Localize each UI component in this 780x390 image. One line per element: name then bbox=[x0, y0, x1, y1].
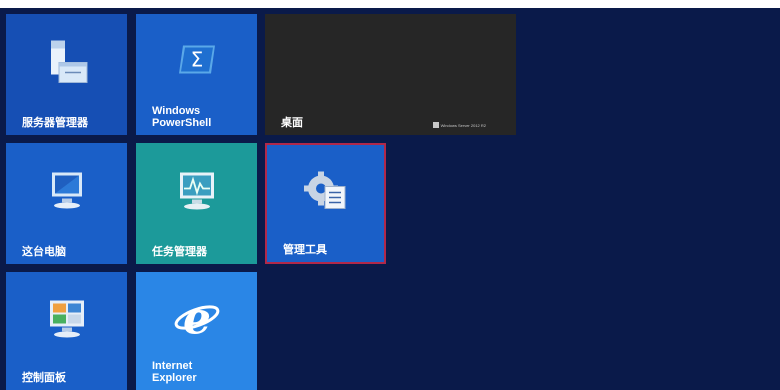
tile-label: 任务管理器 bbox=[152, 246, 207, 258]
tile-label: 这台电脑 bbox=[22, 246, 66, 258]
tile-administrative-tools[interactable]: 管理工具 bbox=[265, 143, 386, 264]
tile-task-manager[interactable]: 任务管理器 bbox=[136, 143, 257, 264]
tile-label: Internet Explorer bbox=[152, 360, 197, 384]
task-manager-icon bbox=[172, 168, 222, 219]
windows-server-brand: Windows Server 2012 R2 bbox=[432, 122, 486, 128]
svg-text:Σ: Σ bbox=[190, 48, 203, 72]
tile-control-panel[interactable]: 控制面板 bbox=[6, 272, 127, 390]
tile-desktop[interactable]: 桌面 Windows Server 2012 R2 bbox=[265, 14, 516, 135]
tile-label: 服务器管理器 bbox=[22, 117, 88, 129]
tile-internet-explorer[interactable]: e Internet Explorer bbox=[136, 272, 257, 390]
tile-windows-powershell[interactable]: Σ Windows PowerShell bbox=[136, 14, 257, 135]
tile-label: Windows PowerShell bbox=[152, 105, 212, 129]
control-panel-icon bbox=[42, 296, 92, 347]
internet-explorer-icon: e bbox=[172, 294, 222, 345]
tile-label: 控制面板 bbox=[22, 372, 66, 384]
tile-label: 管理工具 bbox=[283, 244, 327, 256]
windows-logo-icon bbox=[432, 122, 439, 128]
tile-server-manager[interactable]: 服务器管理器 bbox=[6, 14, 127, 135]
svg-text:e: e bbox=[183, 294, 211, 340]
top-edge bbox=[0, 0, 780, 8]
computer-icon bbox=[42, 168, 92, 219]
server-manager-icon bbox=[39, 34, 95, 95]
administrative-tools-icon bbox=[301, 169, 351, 220]
tile-this-pc[interactable]: 这台电脑 bbox=[6, 143, 127, 264]
powershell-icon: Σ bbox=[177, 44, 217, 81]
tile-label: 桌面 bbox=[281, 117, 303, 129]
